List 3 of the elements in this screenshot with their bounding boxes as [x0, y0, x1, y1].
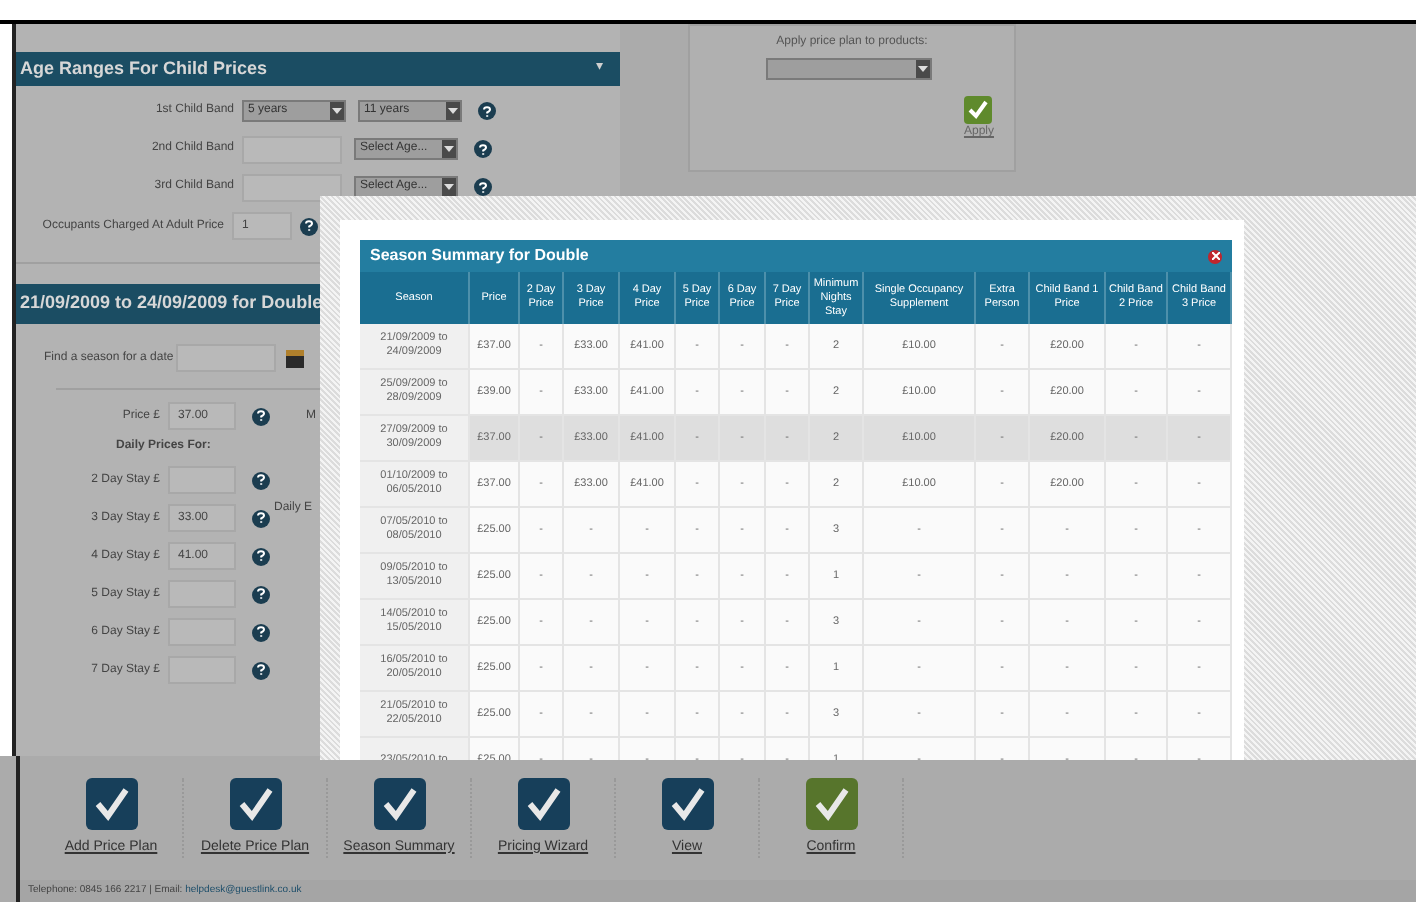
section-title: Age Ranges For Child Prices [20, 55, 268, 82]
section-title: 21/09/2009 to 24/09/2009 for Double [20, 290, 323, 317]
modal-title: Season Summary for Double [370, 244, 589, 268]
